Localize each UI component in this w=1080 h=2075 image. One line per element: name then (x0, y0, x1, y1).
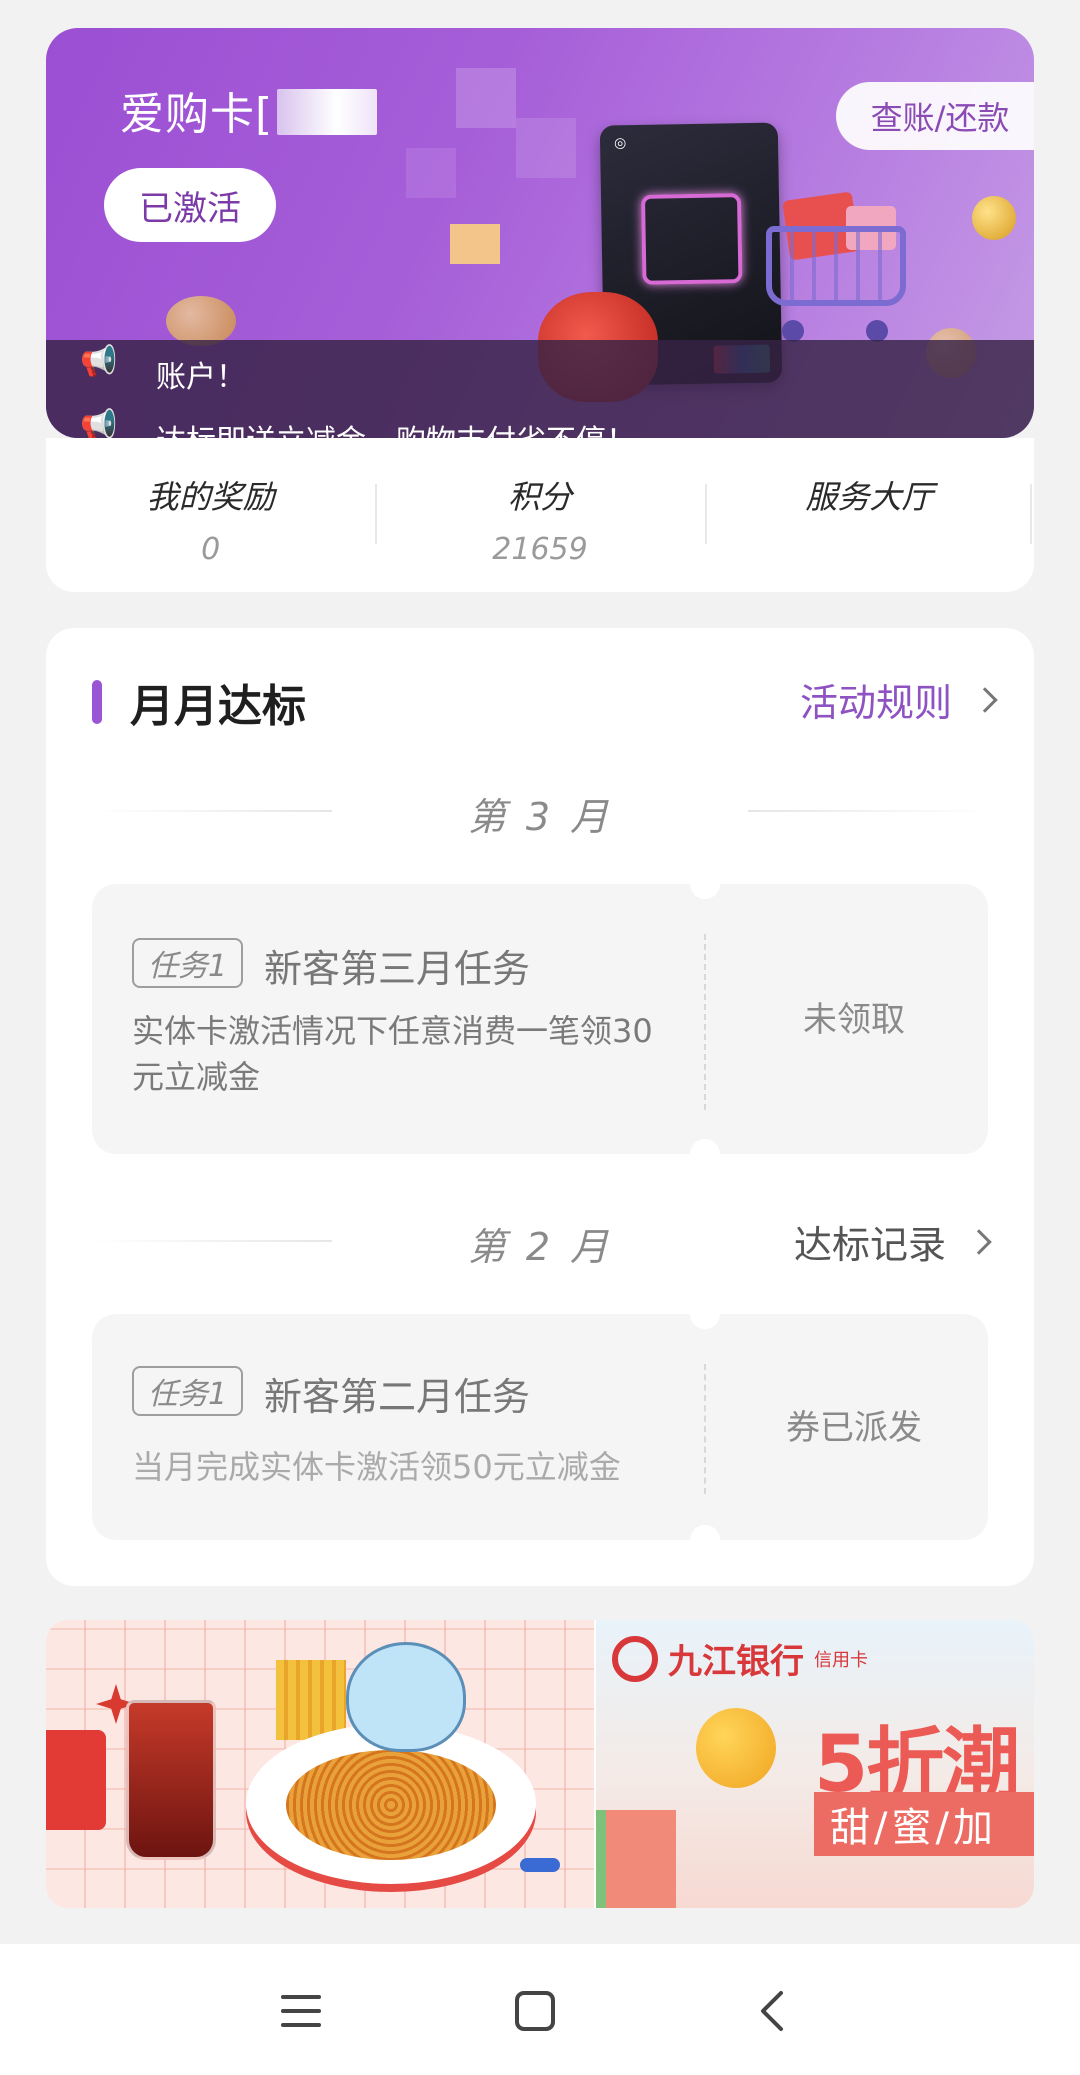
stats-row: 我的奖励 0 积分 21659 服务大厅 (46, 438, 1034, 592)
task-description: 当月完成实体卡激活领50元立减金 (132, 1448, 621, 1486)
back-icon[interactable] (738, 1976, 808, 2046)
cart-wheel (782, 320, 804, 342)
activated-status-pill: 已激活 (104, 168, 276, 242)
bill-repay-button[interactable]: 查账/还款 (836, 82, 1034, 150)
watermelon-icon (596, 1810, 676, 1908)
home-icon[interactable] (500, 1976, 570, 2046)
ticket-notch (690, 1299, 720, 1329)
card-hero-banner[interactable]: 爱购卡[ 已激活 查账/还款 ◎ 📢 账户！ 📢 达标即送立减金，购物支付省不停… (46, 28, 1034, 438)
month-divider: 第 3 月 (92, 780, 988, 840)
system-nav-bar (0, 1944, 1080, 2075)
task-status: 券已派发 (786, 1408, 922, 1448)
accent-bar (92, 680, 102, 724)
stat-label: 服务大厅 (805, 478, 934, 516)
task-card[interactable]: 任务1 新客第三月任务 实体卡激活情况下任意消费一笔领30元立减金 未领取 (92, 869, 988, 1169)
bank-brand: 九江银行 信用卡 (612, 1634, 868, 1683)
bank-logo-icon: ◎ (613, 135, 627, 152)
stat-label: 我的奖励 (146, 478, 275, 516)
records-label: 达标记录 (793, 1223, 946, 1267)
panel-header: 月月达标 活动规则 (92, 670, 998, 732)
stat-value: 21659 (492, 532, 588, 567)
red-character-shape (46, 1730, 106, 1830)
stat-rewards[interactable]: 我的奖励 0 (46, 438, 375, 592)
activity-rules-link[interactable]: 活动规则 (799, 672, 998, 727)
panel-title: 月月达标 (130, 681, 306, 732)
cola-cup-icon (126, 1700, 216, 1860)
task-card[interactable]: 任务1 新客第二月任务 当月完成实体卡激活领50元立减金 券已派发 (92, 1299, 988, 1555)
task-name: 新客第三月任务 (264, 947, 531, 991)
food-promo-banner[interactable] (46, 1620, 594, 1908)
blur-tile (456, 68, 516, 128)
bank-logo-icon (612, 1635, 658, 1682)
speaker-icon: 📢 (80, 344, 118, 379)
chevron-right-icon (966, 1228, 992, 1255)
pasta-icon (286, 1750, 496, 1860)
ticket-divider (704, 934, 706, 1110)
cart-neon-icon (640, 193, 743, 285)
fries-icon (276, 1660, 346, 1740)
monthly-target-panel: 月月达标 活动规则 第 3 月 任务1 新客第三月任务 实体卡激活情况下任意消费… (46, 628, 1034, 1586)
seal-mascot-icon (346, 1642, 466, 1752)
records-link[interactable]: 达标记录 (793, 1214, 992, 1269)
stat-value: 0 (201, 532, 221, 567)
cart-wheel (866, 320, 888, 342)
ticker-text: 达标即送立减金，购物支付省不停！ (156, 416, 636, 438)
stat-service-hall[interactable]: 服务大厅 (704, 438, 1034, 592)
menu-icon[interactable] (266, 1976, 336, 2046)
ticket-notch (690, 869, 720, 899)
ticket-divider (704, 1364, 706, 1494)
redacted-card-number (277, 89, 378, 135)
ticket-notch (690, 1139, 720, 1169)
stat-label: 积分 (507, 478, 572, 516)
cart-basket (766, 226, 906, 306)
announcement-ticker[interactable]: 📢 账户！ 📢 达标即送立减金，购物支付省不停！ (46, 340, 1034, 438)
activity-rules-label: 活动规则 (799, 681, 952, 725)
carousel-indicator (520, 1858, 560, 1872)
bank-subtitle: 信用卡 (814, 1649, 868, 1671)
bank-name: 九江银行 (668, 1642, 804, 1682)
speaker-icon: 📢 (80, 408, 118, 438)
divider-line (748, 810, 988, 812)
month-label: 第 3 月 (467, 795, 613, 839)
blur-tile (406, 148, 456, 198)
month-divider: 第 2 月 达标记录 (92, 1210, 992, 1270)
stat-points[interactable]: 积分 21659 (375, 438, 704, 592)
promo-ribbon: 甜/蜜/加 (814, 1792, 1034, 1856)
coin-icon (166, 296, 236, 346)
blur-tile (450, 224, 500, 264)
ticker-text: 账户！ (156, 360, 246, 395)
blur-tile (516, 118, 576, 178)
chevron-right-icon (972, 686, 998, 713)
orange-fruit-icon (696, 1708, 776, 1788)
ticket-notch (690, 1525, 720, 1555)
task-status: 未领取 (803, 1000, 905, 1040)
card-title: 爱购卡[ (120, 78, 378, 142)
discount-promo-banner[interactable]: 九江银行 信用卡 5折潮 甜/蜜/加 (594, 1620, 1034, 1908)
shopping-cart-icon (746, 191, 916, 346)
task-tag: 任务1 (132, 938, 244, 988)
coin-icon (972, 196, 1016, 240)
task-name: 新客第二月任务 (264, 1375, 531, 1419)
task-tag: 任务1 (132, 1366, 244, 1416)
task-description: 实体卡激活情况下任意消费一笔领30元立减金 (132, 1012, 653, 1096)
